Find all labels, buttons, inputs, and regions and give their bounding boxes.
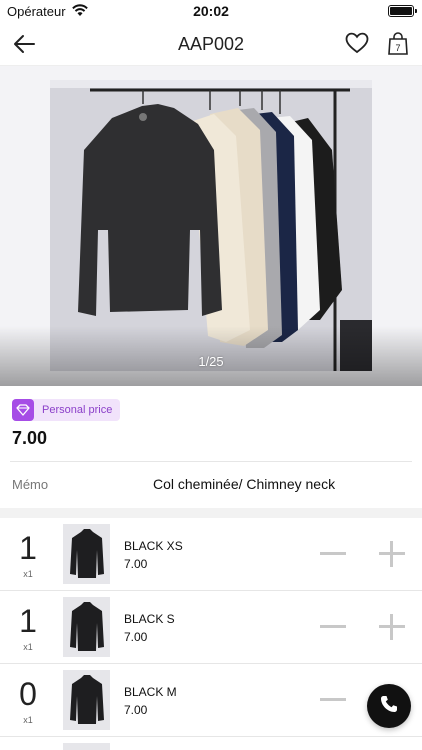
heart-icon[interactable] [345, 32, 369, 54]
badge-label: Personal price [42, 404, 113, 416]
multiplier-label: x1 [23, 642, 33, 652]
decrease-button[interactable] [320, 625, 346, 628]
variant-name: BLACK M [124, 685, 177, 699]
variant-price: 7.00 [124, 703, 148, 717]
personal-price-badge: Personal price [12, 399, 121, 421]
quantity-value: 1 [19, 530, 37, 566]
status-bar: Opérateur 20:02 [0, 0, 422, 22]
variant-row: 1 x1 BLACK XS 7.00 [0, 518, 422, 591]
battery-icon [388, 5, 417, 17]
multiplier-label: x1 [23, 715, 33, 725]
clock: 20:02 [193, 3, 229, 19]
memo-value: Col cheminée/ Chimney neck [153, 476, 336, 492]
diamond-icon [12, 399, 34, 421]
navigation-bar: AAP002 7 [0, 22, 422, 66]
product-price: 7.00 [12, 428, 48, 448]
variant-price: 7.00 [124, 630, 148, 644]
variant-thumbnail [63, 743, 110, 750]
price-section: Personal price 7.00 [0, 386, 422, 462]
call-button[interactable] [367, 684, 411, 728]
quantity-value: 0 [19, 676, 37, 712]
variant-price: 7.00 [124, 557, 148, 571]
variant-name: BLACK XS [124, 539, 183, 553]
increase-button[interactable] [379, 614, 405, 640]
product-gallery[interactable]: 1/25 [0, 66, 422, 386]
memo-label: Mémo [12, 477, 49, 492]
variant-name: BLACK S [124, 612, 175, 626]
variant-row: 0 x1 BLACK M 7.00 [0, 664, 422, 737]
variant-thumbnail [63, 597, 110, 657]
variant-row: 1 x1 BLACK S 7.00 [0, 591, 422, 664]
image-counter: 1/25 [198, 354, 224, 369]
phone-icon [379, 694, 399, 719]
cart-count: 7 [395, 43, 400, 53]
decrease-button[interactable] [320, 698, 346, 701]
variant-thumbnail [63, 670, 110, 730]
variant-row [0, 737, 422, 750]
memo-row: Mémo Col cheminée/ Chimney neck [0, 462, 422, 508]
increase-button[interactable] [379, 541, 405, 567]
shopping-bag-icon[interactable]: 7 [387, 32, 409, 56]
quantity-value: 1 [19, 603, 37, 639]
multiplier-label: x1 [23, 569, 33, 579]
section-separator [0, 508, 422, 518]
variant-thumbnail [63, 524, 110, 584]
decrease-button[interactable] [320, 552, 346, 555]
